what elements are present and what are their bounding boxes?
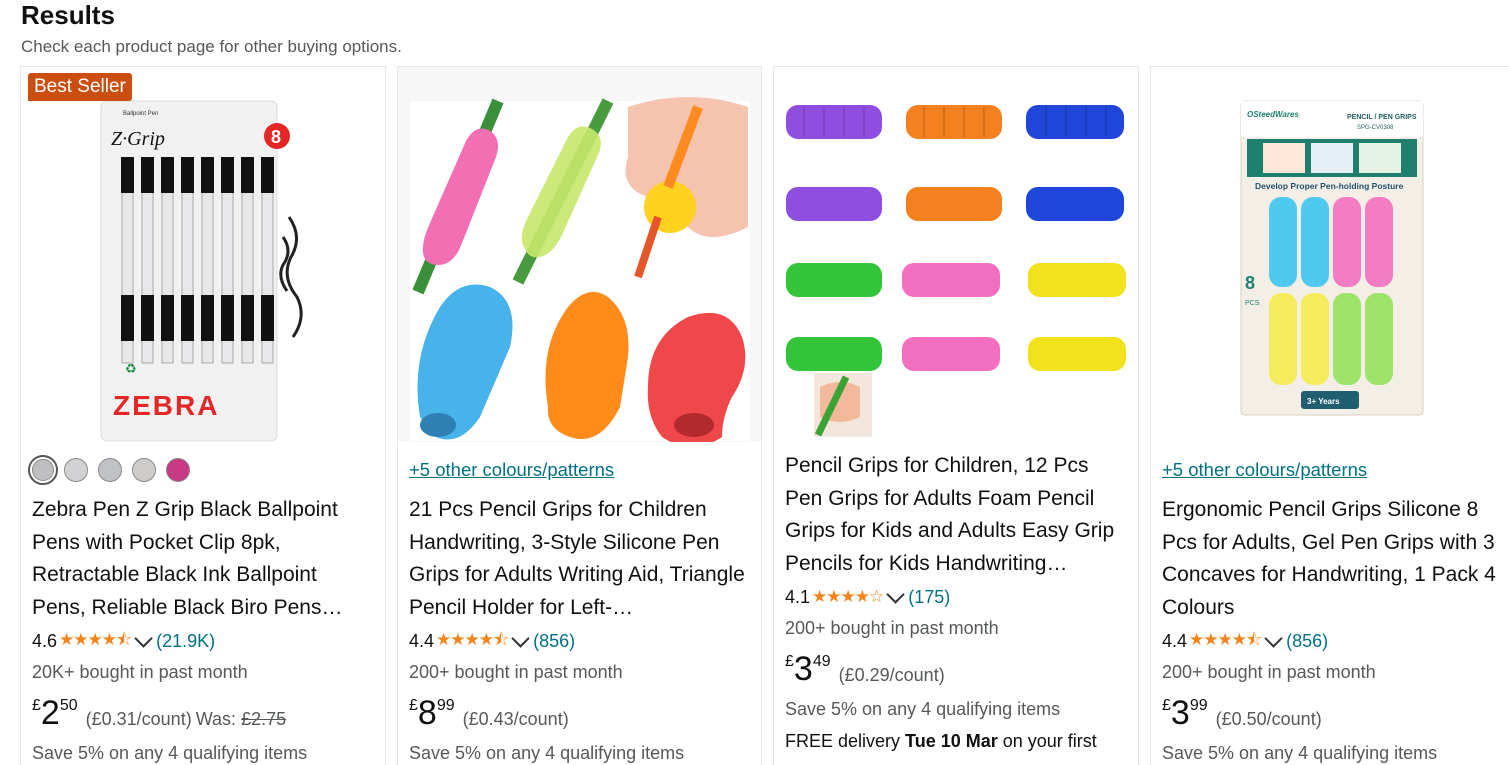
product-image[interactable]: OSteedWares PENCIL / PEN GRIPS SPG-CV030… — [1151, 67, 1509, 442]
rating-row: 4.4 ★★★★⯪ (856) — [409, 626, 751, 656]
rating-value: 4.1 — [785, 586, 811, 607]
p4-age-text: 3+ Years — [1307, 397, 1340, 406]
price-currency: £ — [409, 697, 418, 714]
delivery-info: FREE delivery Tue 10 Mar on your first — [785, 727, 1128, 755]
price-whole: 3 — [793, 650, 813, 688]
price-currency: £ — [32, 697, 41, 714]
was-value: £2.75 — [241, 709, 287, 729]
p1-count-text: 8 — [271, 127, 281, 147]
price[interactable]: £ 3 49 (£0.29/count) — [785, 651, 1128, 691]
product-image[interactable] — [398, 67, 761, 442]
save-offer: Save 5% on any 4 qualifying items — [1162, 743, 1438, 763]
save-offer: Save 5% on any 4 qualifying items — [785, 699, 1061, 719]
p4-pcs-text: PCS — [1245, 300, 1260, 307]
chevron-down-icon[interactable] — [886, 584, 905, 604]
price-whole: 3 — [1170, 694, 1190, 732]
swatch-2[interactable] — [64, 458, 88, 482]
swatch-3[interactable] — [98, 458, 122, 482]
was-price: Was: £2.75 — [196, 709, 286, 730]
product-card[interactable]: Ballpoint Pen Z·Grip 8 ♻ ZEBRA Best Sell… — [20, 66, 386, 765]
rating-value: 4.4 — [1162, 630, 1188, 651]
price-fraction: 99 — [1189, 697, 1208, 714]
p1-brand-text: ZEBRA — [113, 390, 219, 421]
unit-price: (£0.31/count) — [85, 709, 192, 729]
price-whole: 8 — [417, 694, 437, 732]
star-rating-icon[interactable]: ★★★★⯪ — [59, 627, 132, 656]
p1-tag-text: Ballpoint Pen — [123, 111, 158, 117]
p1-logo-text: Z·Grip — [111, 128, 165, 150]
price[interactable]: £ 8 99 (£0.43/count) — [409, 695, 751, 735]
star-rating-icon[interactable]: ★★★★⯪ — [436, 627, 509, 656]
rating-value: 4.6 — [32, 630, 58, 651]
review-count-link[interactable]: (856) — [533, 631, 575, 652]
page-subtitle: Check each product page for other buying… — [21, 37, 402, 56]
product-title[interactable]: Ergonomic Pencil Grips Silicone 8 Pcs fo… — [1162, 494, 1499, 624]
rating-row: 4.4 ★★★★⯪ (856) — [1162, 626, 1499, 656]
product-image[interactable]: Ballpoint Pen Z·Grip 8 ♻ ZEBRA Best Sell… — [21, 67, 385, 442]
was-label: Was: — [195, 709, 237, 729]
chevron-down-icon[interactable] — [134, 628, 153, 648]
save-offer: Save 5% on any 4 qualifying items — [409, 743, 685, 763]
bought-count: 200+ bought in past month — [1162, 662, 1376, 682]
product-title[interactable]: 21 Pcs Pencil Grips for Children Handwri… — [409, 494, 751, 624]
product-image[interactable] — [774, 67, 1138, 442]
price-currency: £ — [785, 653, 794, 670]
product-title[interactable]: Pencil Grips for Children, 12 Pcs Pen Gr… — [785, 450, 1128, 580]
swatch-1[interactable] — [28, 455, 58, 485]
star-rating-icon[interactable]: ★★★★⯪ — [1189, 627, 1262, 656]
price-fraction: 99 — [436, 697, 455, 714]
bought-count: 200+ bought in past month — [785, 618, 999, 638]
swatch-5[interactable] — [166, 458, 190, 482]
star-rating-icon[interactable]: ★★★★☆ — [812, 587, 884, 607]
page-title: Results — [21, 0, 115, 30]
p4-header-text: PENCIL / PEN GRIPS — [1347, 114, 1417, 121]
unit-price: (£0.29/count) — [838, 665, 945, 685]
product-card[interactable]: Pencil Grips for Children, 12 Pcs Pen Gr… — [773, 66, 1139, 765]
svg-text:♻: ♻ — [125, 362, 137, 377]
review-count-link[interactable]: (175) — [908, 587, 950, 608]
price-whole: 2 — [40, 694, 60, 732]
review-count-link[interactable]: (21.9K) — [156, 631, 215, 652]
p4-brand-text: OSteedWares — [1247, 110, 1299, 119]
price[interactable]: £ 2 50 (£0.31/count) Was: £2.75 — [32, 695, 375, 735]
other-colours-link[interactable]: +5 other colours/patterns — [409, 452, 751, 488]
unit-price: (£0.43/count) — [462, 709, 569, 729]
price[interactable]: £ 3 99 (£0.50/count) — [1162, 695, 1499, 735]
other-colours-link[interactable]: +5 other colours/patterns — [1162, 452, 1499, 488]
price-fraction: 49 — [812, 653, 831, 670]
bought-count: 200+ bought in past month — [409, 662, 623, 682]
p4-code-text: SPG-CV0308 — [1357, 125, 1394, 131]
swatch-4[interactable] — [132, 458, 156, 482]
save-offer: Save 5% on any 4 qualifying items — [32, 743, 308, 763]
chevron-down-icon[interactable] — [1264, 628, 1283, 648]
bought-count: 20K+ bought in past month — [32, 662, 248, 682]
p4-count-text: 8 — [1245, 273, 1255, 293]
delivery-date: Tue 10 Mar — [905, 731, 998, 751]
price-currency: £ — [1162, 697, 1171, 714]
product-card[interactable]: OSteedWares PENCIL / PEN GRIPS SPG-CV030… — [1150, 66, 1509, 765]
results-grid: Ballpoint Pen Z·Grip 8 ♻ ZEBRA Best Sell… — [20, 66, 1509, 765]
delivery-prefix: FREE delivery — [785, 731, 906, 751]
product-card[interactable]: +5 other colours/patterns 21 Pcs Pencil … — [397, 66, 762, 765]
price-fraction: 50 — [59, 697, 78, 714]
product-title[interactable]: Zebra Pen Z Grip Black Ballpoint Pens wi… — [32, 494, 375, 624]
colour-swatches — [28, 452, 375, 488]
chevron-down-icon[interactable] — [511, 628, 530, 648]
rating-value: 4.4 — [409, 630, 435, 651]
rating-row: 4.6 ★★★★⯪ (21.9K) — [32, 626, 375, 656]
unit-price: (£0.50/count) — [1215, 709, 1322, 729]
delivery-suffix: on your first — [997, 731, 1097, 751]
best-seller-badge: Best Seller — [28, 73, 132, 101]
review-count-link[interactable]: (856) — [1286, 631, 1328, 652]
rating-row: 4.1 ★★★★☆ (175) — [785, 582, 1128, 612]
p4-posture-text: Develop Proper Pen-holding Posture — [1255, 181, 1404, 191]
